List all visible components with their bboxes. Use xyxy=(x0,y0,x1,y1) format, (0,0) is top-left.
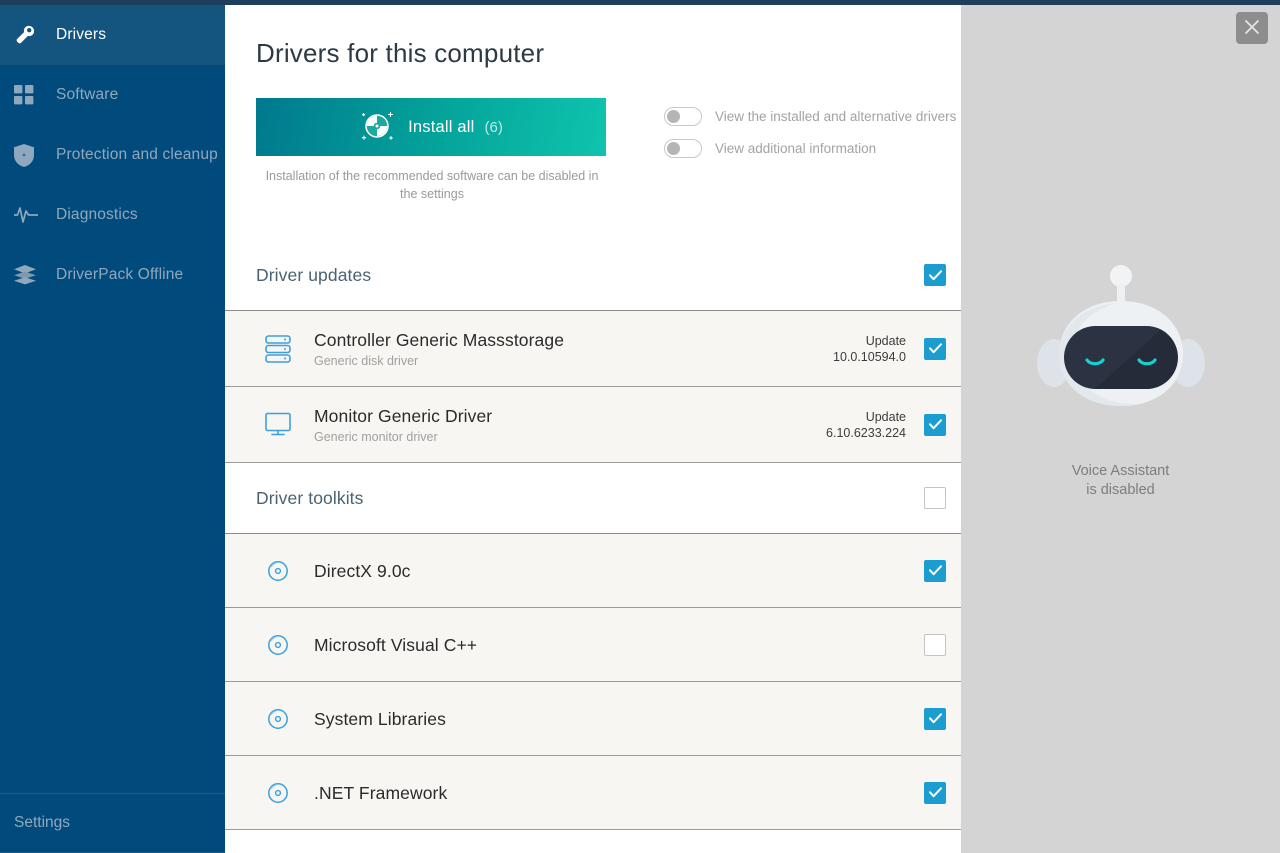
toolkit-name: .NET Framework xyxy=(314,782,924,804)
sidebar-item-label: Drivers xyxy=(56,27,106,43)
install-column: Install all (6) Installation of the reco… xyxy=(256,98,608,203)
sidebar-item-drivers[interactable]: Drivers xyxy=(0,5,225,65)
section-title: Driver toolkits xyxy=(256,488,924,509)
sidebar-item-protection-and-cleanup[interactable]: Protection and cleanup xyxy=(0,125,225,185)
driver-subtitle: Generic disk driver xyxy=(314,351,833,368)
toolkit-name: System Libraries xyxy=(314,708,924,730)
toggle-knob xyxy=(667,142,680,155)
install-all-button[interactable]: Install all (6) xyxy=(256,98,606,156)
toolkit-name: Microsoft Visual C++ xyxy=(314,634,924,656)
table-row[interactable]: DirectX 9.0c xyxy=(225,534,961,608)
row-main: Monitor Generic Driver Generic monitor d… xyxy=(314,405,826,444)
cd-sparkle-icon xyxy=(359,107,397,148)
toggle-switch[interactable] xyxy=(664,107,702,126)
table-row[interactable]: Controller Generic Massstorage Generic d… xyxy=(225,311,961,387)
disc-icon xyxy=(256,707,300,731)
main-content: Drivers for this computer xyxy=(225,0,961,853)
sidebar-spacer xyxy=(0,305,225,793)
row-main: DirectX 9.0c xyxy=(314,560,924,582)
section-checkbox[interactable] xyxy=(924,264,946,286)
toggle-label: View additional information xyxy=(715,141,876,156)
table-row[interactable]: .NET Framework xyxy=(225,756,961,830)
sidebar-item-label: Diagnostics xyxy=(56,207,138,223)
row-checkbox[interactable] xyxy=(924,708,946,730)
row-checkbox[interactable] xyxy=(924,782,946,804)
install-area: Install all (6) Installation of the reco… xyxy=(225,69,961,203)
driverpack-window: Drivers Software xyxy=(0,0,1280,853)
sidebar-item-label: Software xyxy=(56,87,118,103)
sidebar-item-software[interactable]: Software xyxy=(0,65,225,125)
page-title: Drivers for this computer xyxy=(225,5,961,69)
assistant-status-line-2: is disabled xyxy=(1072,481,1170,500)
wrench-icon xyxy=(14,22,48,48)
layers-icon xyxy=(14,262,48,288)
pulse-icon xyxy=(14,202,48,228)
table-row[interactable]: Microsoft Visual C++ xyxy=(225,608,961,682)
storage-icon xyxy=(256,334,300,364)
sidebar-nav: Drivers Software xyxy=(0,5,225,305)
grid-icon xyxy=(14,82,48,108)
monitor-icon xyxy=(256,412,300,438)
assistant-status: Voice Assistant is disabled xyxy=(1072,462,1170,500)
toggle-view-additional-information[interactable]: View additional information xyxy=(664,132,956,164)
row-checkbox[interactable] xyxy=(924,414,946,436)
disc-icon xyxy=(256,559,300,583)
assistant-status-line-1: Voice Assistant xyxy=(1072,462,1170,481)
toggle-knob xyxy=(667,110,680,123)
sidebar-item-label: DriverPack Offline xyxy=(56,267,183,283)
close-icon xyxy=(1244,19,1260,38)
table-row[interactable]: Monitor Generic Driver Generic monitor d… xyxy=(225,387,961,463)
install-all-label: Install all xyxy=(408,118,474,137)
assistant-block: Voice Assistant is disabled xyxy=(961,263,1280,500)
sidebar: Drivers Software xyxy=(0,0,225,853)
close-button[interactable] xyxy=(1236,12,1268,44)
row-main: .NET Framework xyxy=(314,782,924,804)
row-main: Microsoft Visual C++ xyxy=(314,634,924,656)
sidebar-item-driverpack-offline[interactable]: DriverPack Offline xyxy=(0,245,225,305)
section-header-driver-updates: Driver updates xyxy=(225,240,961,311)
row-checkbox[interactable] xyxy=(924,560,946,582)
toggle-view-installed-and-alternative-drivers[interactable]: View the installed and alternative drive… xyxy=(664,100,956,132)
driver-name: Monitor Generic Driver xyxy=(314,405,826,427)
driver-status: Update xyxy=(833,333,906,349)
view-options: View the installed and alternative drive… xyxy=(608,98,956,203)
shield-icon xyxy=(14,142,48,168)
section-header-driver-toolkits: Driver toolkits xyxy=(225,463,961,534)
toggle-label: View the installed and alternative drive… xyxy=(715,109,956,124)
row-checkbox[interactable] xyxy=(924,338,946,360)
driver-version: 6.10.6233.224 xyxy=(826,425,906,441)
disc-icon xyxy=(256,781,300,805)
sidebar-item-label: Protection and cleanup xyxy=(56,147,218,163)
row-main: System Libraries xyxy=(314,708,924,730)
sidebar-item-diagnostics[interactable]: Diagnostics xyxy=(0,185,225,245)
toolkit-name: DirectX 9.0c xyxy=(314,560,924,582)
driver-version-block: Update 10.0.10594.0 xyxy=(833,333,924,365)
settings-label: Settings xyxy=(14,814,70,832)
voice-assistant-panel: Voice Assistant is disabled xyxy=(961,0,1280,853)
driver-status: Update xyxy=(826,409,906,425)
table-row[interactable]: System Libraries xyxy=(225,682,961,756)
driver-name: Controller Generic Massstorage xyxy=(314,329,833,351)
row-main: Controller Generic Massstorage Generic d… xyxy=(314,329,833,368)
robot-sleeping-icon xyxy=(1031,263,1211,448)
row-checkbox[interactable] xyxy=(924,634,946,656)
disc-icon xyxy=(256,633,300,657)
toggle-switch[interactable] xyxy=(664,139,702,158)
section-title: Driver updates xyxy=(256,265,924,286)
sidebar-item-settings[interactable]: Settings xyxy=(0,793,225,853)
driver-version-block: Update 6.10.6233.224 xyxy=(826,409,924,441)
install-all-count: (6) xyxy=(485,119,503,136)
section-checkbox[interactable] xyxy=(924,487,946,509)
driver-version: 10.0.10594.0 xyxy=(833,349,906,365)
install-note: Installation of the recommended software… xyxy=(256,156,608,203)
driver-subtitle: Generic monitor driver xyxy=(314,427,826,444)
